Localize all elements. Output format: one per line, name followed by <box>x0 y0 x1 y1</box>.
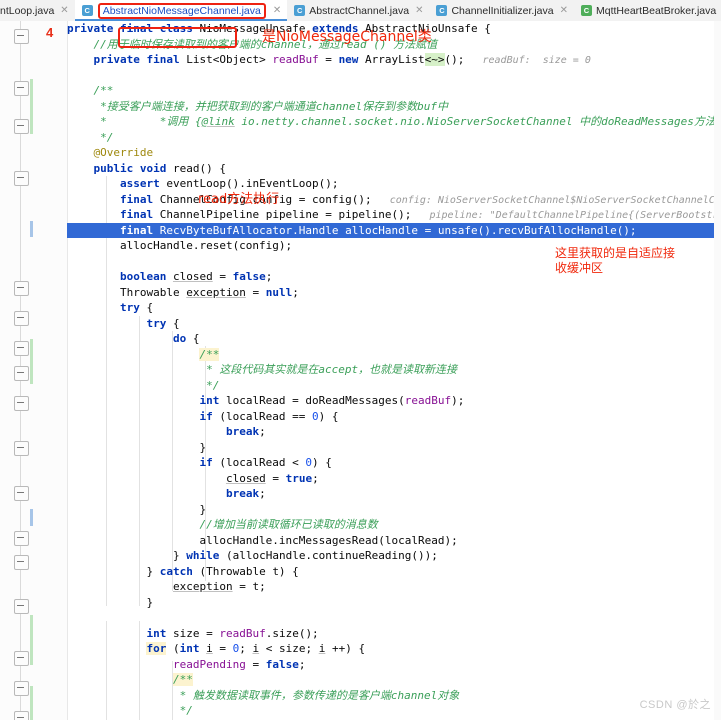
code-line[interactable]: if (localRead == 0) { <box>67 409 714 425</box>
code-line[interactable]: int size = readBuf.size(); <box>67 626 714 642</box>
code-line[interactable]: do { <box>67 331 714 347</box>
code-line[interactable]: */ <box>67 378 714 394</box>
fold-marker[interactable] <box>14 341 29 356</box>
code-line[interactable]: exception = t; <box>67 579 714 595</box>
tab-MqttHeartBeatBroker-java[interactable]: C MqttHeartBeatBroker.java ✕ <box>574 0 721 21</box>
code-line[interactable]: @Override <box>67 145 714 161</box>
fold-marker[interactable] <box>14 555 29 570</box>
tab-ChannelInitializer-java[interactable]: C ChannelInitializer.java ✕ <box>429 0 574 21</box>
code-line[interactable]: /** <box>67 83 714 99</box>
code-content[interactable]: private final class NioMessageUnsafe ext… <box>67 21 714 720</box>
code-lines: private final class NioMessageUnsafe ext… <box>67 21 714 720</box>
editor-scrollbar[interactable] <box>714 21 721 720</box>
tab-label: ChannelInitializer.java <box>451 4 554 17</box>
code-line[interactable]: public void read() { <box>67 161 714 177</box>
fold-marker[interactable] <box>14 711 29 720</box>
code-line[interactable]: /** <box>67 347 714 363</box>
fold-marker[interactable] <box>14 396 29 411</box>
code-line[interactable]: closed = true; <box>67 471 714 487</box>
tab-AbstractNioMessageChannel-java[interactable]: C AbstractNioMessageChannel.java ✕ <box>74 0 288 21</box>
tab-AbstractChannel-java[interactable]: C AbstractChannel.java ✕ <box>287 0 430 21</box>
fold-marker[interactable] <box>14 599 29 614</box>
code-line[interactable]: *接受客户端连接，并把获取到的客户端通道channel保存到参数buf中 <box>67 99 714 115</box>
code-line[interactable]: } <box>67 502 714 518</box>
change-bar-added <box>30 79 33 134</box>
close-icon[interactable]: ✕ <box>60 5 68 16</box>
code-line[interactable]: break; <box>67 424 714 440</box>
code-line[interactable]: int localRead = doReadMessages(readBuf); <box>67 393 714 409</box>
tab-ntLoop-java[interactable]: ntLoop.java ✕ <box>0 0 75 21</box>
editor-tab-bar[interactable]: ntLoop.java ✕ C AbstractNioMessageChanne… <box>0 0 721 22</box>
annotation-class-note: 是NioMessageChannel类 <box>262 29 432 45</box>
change-bar-added <box>30 615 33 665</box>
annotation-read-method: read方法执行 <box>198 192 280 207</box>
code-line[interactable]: break; <box>67 486 714 502</box>
fold-marker[interactable] <box>14 681 29 696</box>
watermark: CSDN @於之 <box>639 699 711 711</box>
fold-marker[interactable] <box>14 441 29 456</box>
code-line[interactable]: assert eventLoop().inEventLoop(); <box>67 176 714 192</box>
close-icon[interactable]: ✕ <box>560 5 568 16</box>
code-line[interactable] <box>67 68 714 84</box>
fold-marker[interactable] <box>14 119 29 134</box>
code-line[interactable]: if (localRead < 0) { <box>67 455 714 471</box>
fold-marker[interactable] <box>14 311 29 326</box>
code-line[interactable]: boolean closed = false; <box>67 269 714 285</box>
tab-label: AbstractChannel.java <box>309 4 410 17</box>
code-line-selected[interactable]: final RecvByteBufAllocator.Handle allocH… <box>67 222 714 238</box>
fold-marker[interactable] <box>14 81 29 96</box>
fold-marker[interactable] <box>14 651 29 666</box>
code-line[interactable]: for (int i = 0; i < size; i ++) { <box>67 641 714 657</box>
code-editor[interactable]: 4 private final class NioMessageUnsafe e… <box>0 21 721 720</box>
fold-marker[interactable] <box>14 486 29 501</box>
code-line[interactable]: //增加当前读取循环已读取的消息数 <box>67 517 714 533</box>
fold-marker[interactable] <box>14 531 29 546</box>
ide-window: ntLoop.java ✕ C AbstractNioMessageChanne… <box>0 0 721 720</box>
java-class-icon: C <box>294 5 306 16</box>
code-line[interactable]: * 触发数据读取事件，参数传递的是客户端channel对象 <box>67 688 714 704</box>
code-line[interactable]: */ <box>67 703 714 719</box>
code-line[interactable] <box>67 610 714 626</box>
code-line[interactable]: /** <box>67 672 714 688</box>
editor-annotation-gutter[interactable] <box>40 21 68 720</box>
tab-label: MqttHeartBeatBroker.java <box>596 4 717 17</box>
close-icon[interactable]: ✕ <box>415 5 423 16</box>
change-bar-added <box>30 339 33 384</box>
fold-marker[interactable] <box>14 29 29 44</box>
code-line[interactable]: final ChannelConfig config = config(); c… <box>67 192 714 208</box>
editor-gutter[interactable] <box>0 21 40 720</box>
code-line[interactable]: * *调用 {@link io.netty.channel.socket.nio… <box>67 114 714 130</box>
annotation-recv-buffer-line2: 收缓冲区 <box>555 261 604 275</box>
code-line[interactable]: */ <box>67 130 714 146</box>
code-line[interactable]: allocHandle.incMessagesRead(localRead); <box>67 533 714 549</box>
java-class-icon: C <box>81 5 93 16</box>
code-line[interactable]: } catch (Throwable t) { <box>67 564 714 580</box>
change-bar-modified <box>30 221 33 237</box>
fold-marker[interactable] <box>14 366 29 381</box>
line-number-marker: 4 <box>46 25 54 40</box>
code-line[interactable]: try { <box>67 300 714 316</box>
code-line[interactable]: final ChannelPipeline pipeline = pipelin… <box>67 207 714 223</box>
tab-label: AbstractNioMessageChannel.java <box>97 2 266 19</box>
java-runnable-class-icon: C <box>581 5 592 16</box>
code-line[interactable]: } while (allocHandle.continueReading()); <box>67 548 714 564</box>
code-line[interactable]: } <box>67 440 714 456</box>
code-line[interactable]: Throwable exception = null; <box>67 285 714 301</box>
change-bar-modified <box>30 509 33 526</box>
code-line[interactable]: try { <box>67 316 714 332</box>
code-line[interactable]: readPending = false; <box>67 657 714 673</box>
code-line[interactable]: private final List<Object> readBuf = new… <box>67 52 714 68</box>
change-bar-added <box>30 686 33 720</box>
java-class-icon: C <box>436 5 448 16</box>
close-icon[interactable]: ✕ <box>273 5 281 16</box>
tab-label: ntLoop.java <box>0 4 55 17</box>
fold-marker[interactable] <box>14 171 29 186</box>
fold-marker[interactable] <box>14 281 29 296</box>
code-line[interactable]: * 这段代码其实就是在accept，也就是读取新连接 <box>67 362 714 378</box>
code-line[interactable]: } <box>67 595 714 611</box>
